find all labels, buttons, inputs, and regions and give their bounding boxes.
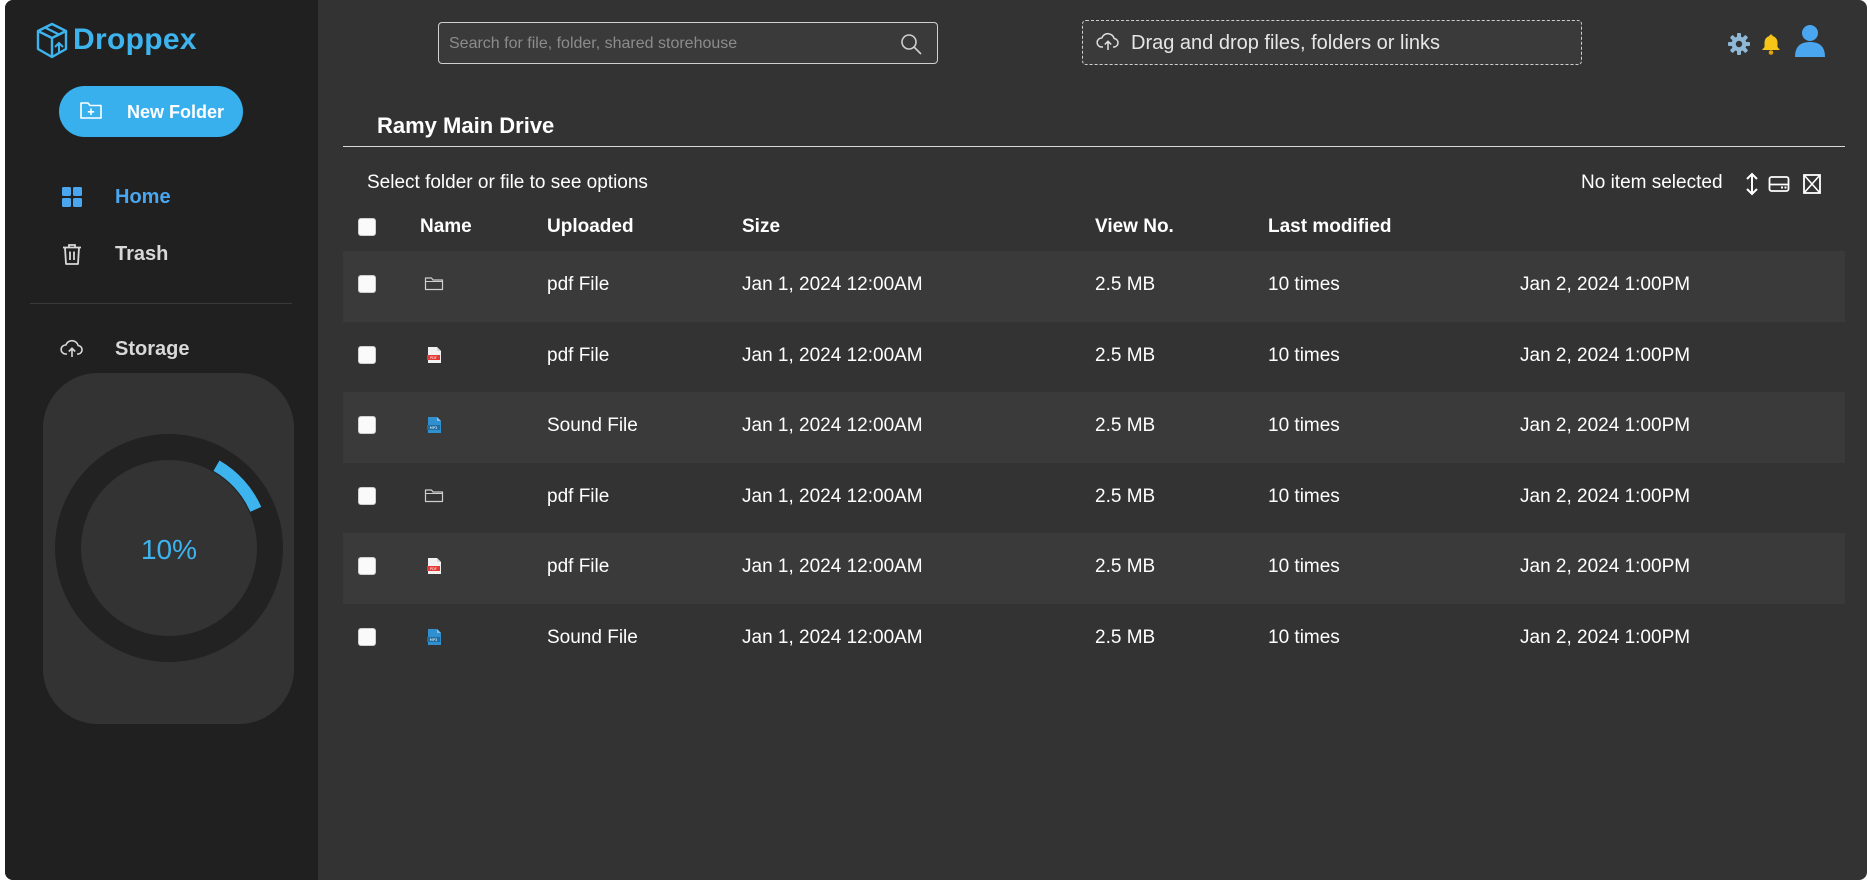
view-count: 10 times [1268, 344, 1340, 366]
logo[interactable]: Droppex [33, 20, 197, 60]
table-row[interactable]: MP3 Sound File Jan 1, 2024 12:00AM 2.5 MB 10… [343, 392, 1845, 463]
trash-icon [63, 244, 81, 265]
sound-file-icon: MP3 [424, 626, 444, 648]
select-all-checkbox[interactable] [358, 218, 376, 236]
column-header-last-modified[interactable]: Last modified [1268, 216, 1392, 238]
row-checkbox[interactable] [358, 275, 376, 293]
folder-icon [424, 273, 444, 295]
file-name[interactable]: pdf File [547, 345, 609, 367]
file-name[interactable]: pdf File [547, 556, 609, 578]
uploaded-date: Jan 1, 2024 12:00AM [742, 415, 923, 436]
options-hint: Select folder or file to see options [367, 172, 648, 193]
pdf-file-icon: PDF [424, 555, 444, 577]
title-divider [343, 146, 1845, 147]
row-checkbox[interactable] [358, 416, 376, 434]
cloud-upload-icon [1096, 32, 1119, 50]
view-count: 10 times [1268, 274, 1340, 295]
sidebar-item-trash[interactable]: Trash [60, 242, 168, 266]
row-checkbox[interactable] [358, 486, 376, 505]
page-title: Ramy Main Drive [377, 113, 555, 138]
search-icon[interactable] [899, 32, 923, 56]
view-count: 10 times [1268, 485, 1340, 507]
gear-icon[interactable] [1727, 32, 1751, 56]
last-modified: Jan 2, 2024 1:00PM [1520, 274, 1691, 295]
sidebar-item-label: Trash [115, 243, 169, 265]
sidebar-divider [30, 303, 292, 304]
search-input[interactable] [449, 32, 889, 56]
pdf-file-icon: PDF [424, 344, 444, 366]
grid-icon [62, 187, 82, 207]
user-icon[interactable] [1792, 22, 1828, 58]
sidebar-item-label: Home [115, 186, 171, 208]
new-folder-button[interactable]: New Folder [59, 86, 243, 137]
sidebar-item-storage[interactable]: Storage [60, 336, 189, 360]
svg-text:MP3: MP3 [430, 426, 438, 430]
app-name: Droppex [73, 23, 197, 56]
column-header-views[interactable]: View No. [1095, 216, 1174, 238]
last-modified: Jan 2, 2024 1:00PM [1520, 556, 1691, 577]
view-count: 10 times [1268, 626, 1340, 648]
sidebar-item-home[interactable]: Home [60, 185, 171, 209]
file-name[interactable]: pdf File [547, 274, 609, 296]
folder-plus-icon [80, 102, 102, 119]
table-header: Name Uploaded Size View No. Last modifie… [343, 208, 1845, 251]
last-modified: Jan 2, 2024 1:00PM [1520, 485, 1691, 507]
selection-status: No item selected [1581, 172, 1723, 193]
file-size: 2.5 MB [1095, 344, 1156, 366]
uploaded-date: Jan 1, 2024 12:00AM [742, 626, 923, 648]
search-bar[interactable] [438, 22, 938, 64]
file-name[interactable]: Sound File [547, 415, 638, 437]
file-size: 2.5 MB [1095, 274, 1156, 295]
view-count: 10 times [1268, 415, 1340, 436]
file-size: 2.5 MB [1095, 556, 1156, 577]
table-row[interactable]: PDF pdf File Jan 1, 2024 12:00AM 2.5 MB 10 t… [343, 322, 1845, 393]
table-row[interactable]: MP3 Sound File Jan 1, 2024 12:00AM 2.5 MB 10… [343, 604, 1845, 675]
row-checkbox[interactable] [358, 627, 376, 646]
files-table: Name Uploaded Size View No. Last modifie… [343, 208, 1845, 674]
box-logo-icon [36, 22, 68, 59]
file-name[interactable]: Sound File [547, 627, 638, 649]
app-window: Droppex New Folder Home Trash Storage 10… [5, 0, 1867, 880]
uploaded-date: Jan 1, 2024 12:00AM [742, 274, 923, 295]
sidebar: Droppex New Folder Home Trash Storage 10… [5, 0, 318, 880]
clear-selection-icon[interactable] [1801, 172, 1823, 196]
sidebar-item-label: Storage [115, 338, 190, 360]
bell-icon[interactable] [1759, 32, 1783, 56]
sound-file-icon: MP3 [424, 414, 444, 436]
storage-percent: 10% [140, 534, 198, 565]
uploaded-date: Jan 1, 2024 12:00AM [742, 485, 923, 507]
last-modified: Jan 2, 2024 1:00PM [1520, 344, 1691, 366]
cloud-upload-icon [60, 339, 83, 357]
svg-text:PDF: PDF [430, 567, 437, 571]
drop-zone-label: Drag and drop files, folders or links [1131, 32, 1441, 54]
file-size: 2.5 MB [1095, 415, 1156, 436]
view-count: 10 times [1268, 556, 1340, 577]
column-header-size[interactable]: Size [742, 216, 780, 238]
svg-text:MP3: MP3 [430, 638, 438, 642]
table-body: pdf File Jan 1, 2024 12:00AM 2.5 MB 10 time… [343, 251, 1845, 674]
row-checkbox[interactable] [358, 557, 376, 575]
last-modified: Jan 2, 2024 1:00PM [1520, 626, 1691, 648]
table-row[interactable]: PDF pdf File Jan 1, 2024 12:00AM 2.5 MB 10 t… [343, 533, 1845, 604]
file-size: 2.5 MB [1095, 626, 1156, 648]
svg-text:PDF: PDF [430, 356, 437, 360]
view-toggle-icon[interactable] [1768, 172, 1790, 196]
sort-icon[interactable] [1741, 172, 1763, 196]
table-row[interactable]: pdf File Jan 1, 2024 12:00AM 2.5 MB 10 time… [343, 463, 1845, 534]
column-header-uploaded[interactable]: Uploaded [547, 216, 634, 238]
new-folder-label: New Folder [127, 102, 225, 122]
uploaded-date: Jan 1, 2024 12:00AM [742, 556, 923, 577]
column-header-name[interactable]: Name [420, 216, 472, 238]
last-modified: Jan 2, 2024 1:00PM [1520, 415, 1691, 436]
file-size: 2.5 MB [1095, 485, 1156, 507]
file-name[interactable]: pdf File [547, 486, 609, 508]
row-checkbox[interactable] [358, 345, 376, 364]
table-row[interactable]: pdf File Jan 1, 2024 12:00AM 2.5 MB 10 time… [343, 251, 1845, 322]
folder-icon [424, 485, 444, 507]
drop-zone[interactable]: Drag and drop files, folders or links [1082, 20, 1582, 65]
uploaded-date: Jan 1, 2024 12:00AM [742, 344, 923, 366]
